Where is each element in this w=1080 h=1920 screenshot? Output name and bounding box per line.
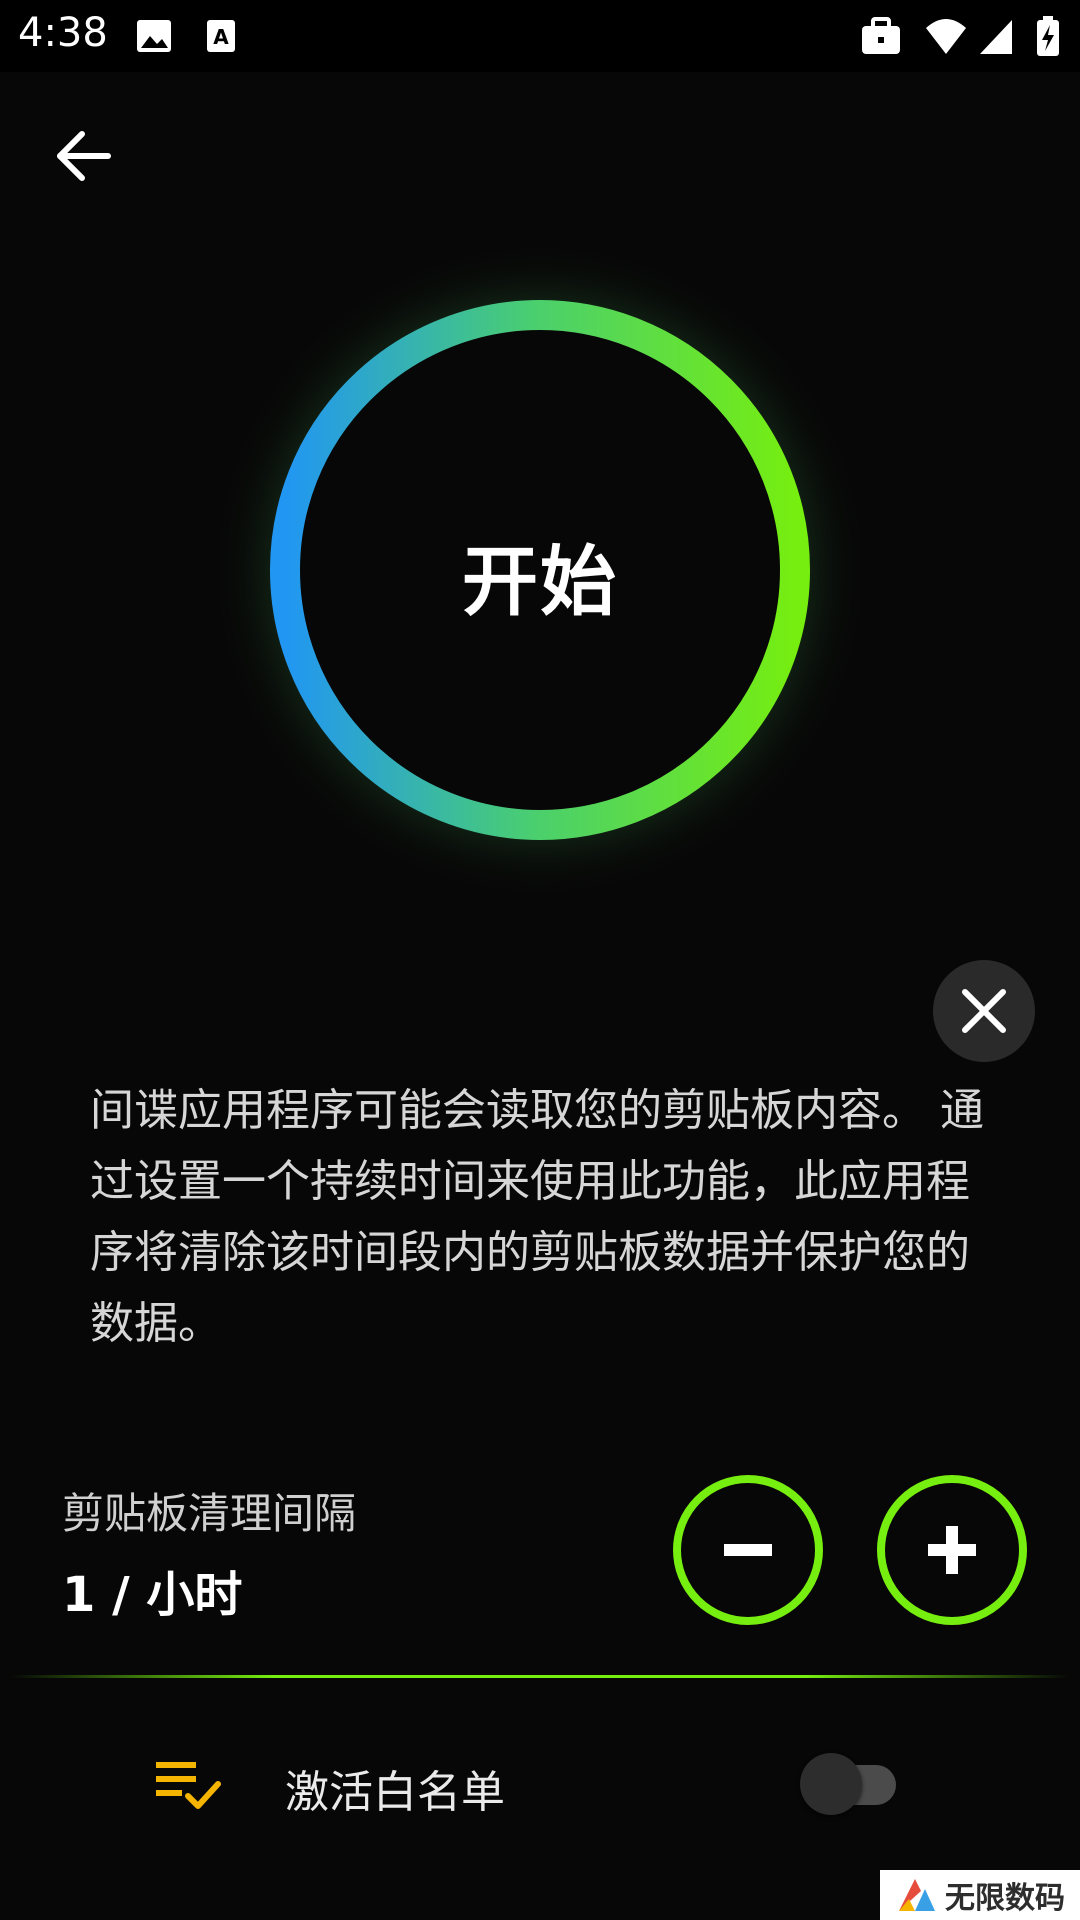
work-profile-icon [862,17,900,54]
divider [10,1675,1070,1678]
description-text: 间谍应用程序可能会读取您的剪贴板内容。 通过设置一个持续时间来使用此功能，此应用… [90,1085,984,1349]
interval-value: 1 / 小时 [62,1567,243,1623]
whitelist-toggle-knob[interactable] [800,1753,862,1815]
close-button[interactable] [933,960,1035,1062]
keyboard-a-icon: A [207,20,235,52]
status-bar: 4:38 A [0,0,1080,72]
back-arrow-icon[interactable] [48,120,120,192]
battery-charging-icon [1037,16,1059,56]
close-icon [962,989,1006,1033]
svg-text:A: A [213,25,229,49]
status-time: 4:38 [18,10,108,56]
playlist-check-icon [156,1762,221,1809]
plus-icon [928,1526,976,1574]
logo-mark-icon [899,1879,935,1911]
image-icon [137,20,171,52]
decrease-interval-button[interactable] [673,1475,823,1625]
start-label[interactable]: 开始 [0,520,1080,630]
watermark-text: 无限数码 [945,1881,1065,1916]
interval-title: 剪贴板清理间隔 [62,1489,357,1538]
whitelist-label: 激活白名单 [285,1767,505,1818]
increase-interval-button[interactable] [877,1475,1027,1625]
wifi-icon [926,19,966,54]
signal-icon [980,20,1012,54]
minus-icon [724,1544,772,1556]
watermark-logo: 无限数码 [880,1870,1080,1920]
